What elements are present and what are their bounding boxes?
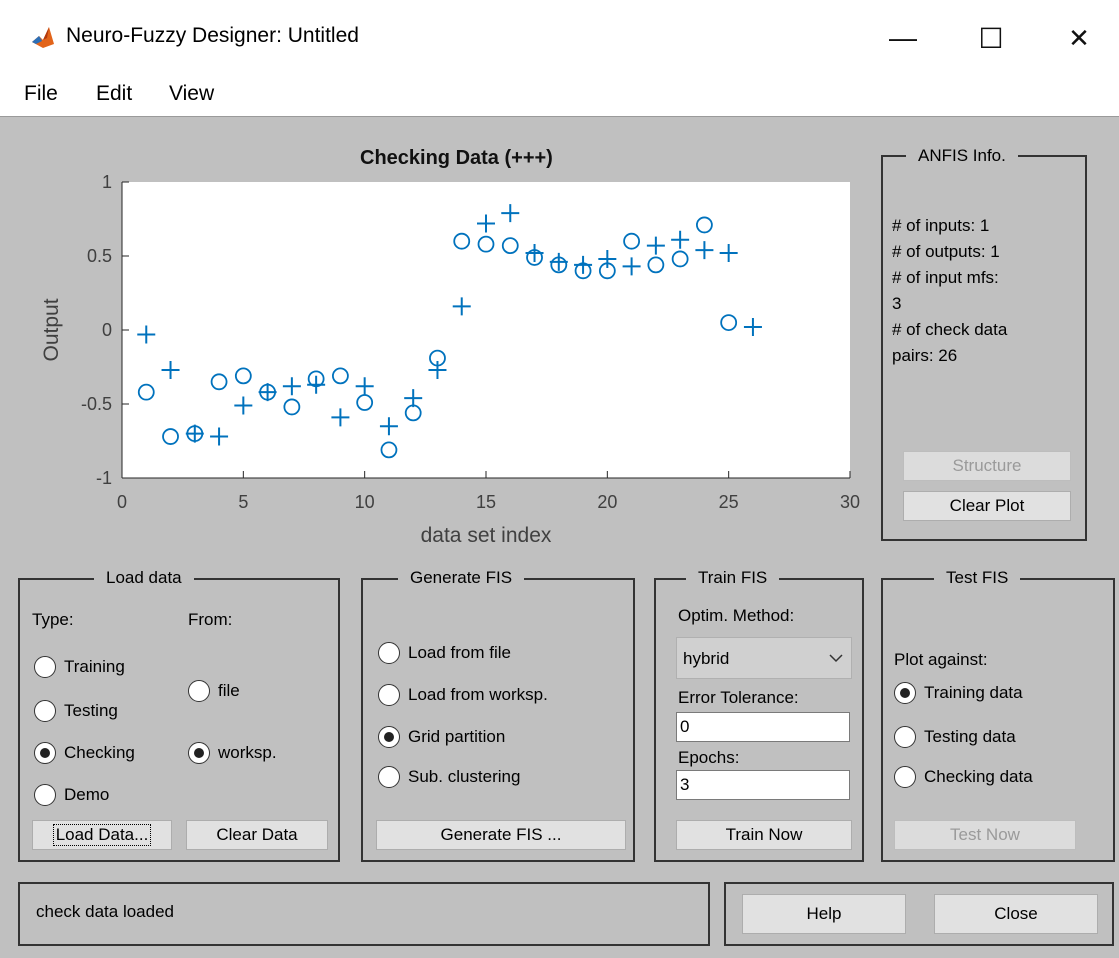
radio-dot [378, 684, 400, 706]
radio-dot [188, 742, 210, 764]
clear-data-button[interactable]: Clear Data [186, 820, 328, 850]
error-tolerance-input[interactable] [676, 712, 850, 742]
radio-dot [894, 682, 916, 704]
info-pairs: pairs: 26 [892, 346, 958, 365]
radio-plot-checking-data[interactable]: Checking data [894, 766, 1033, 788]
minimize-button[interactable]: — [858, 10, 948, 66]
optim-method-label: Optim. Method: [678, 606, 795, 625]
radio-workspace[interactable]: worksp. [188, 742, 277, 764]
info-inputs: # of inputs: 1 [892, 216, 990, 235]
radio-dot [34, 656, 56, 678]
matlab-logo-icon [30, 24, 56, 50]
radio-training[interactable]: Training [34, 656, 125, 678]
type-label: Type: [32, 610, 74, 629]
radio-dot [34, 700, 56, 722]
radio-dot [34, 784, 56, 806]
generate-fis-button[interactable]: Generate FIS ... [376, 820, 626, 850]
radio-dot [894, 726, 916, 748]
radio-dot [378, 766, 400, 788]
optim-method-select[interactable]: hybrid [676, 637, 852, 679]
maximize-button[interactable]: ☐ [946, 10, 1036, 66]
info-input-mfs-value: 3 [892, 294, 902, 313]
radio-label: Grid partition [408, 727, 506, 746]
plot-title: Checking Data (+++) [360, 147, 553, 169]
anfis-info-title: ANFIS Info. [906, 146, 1018, 166]
close-button[interactable]: Close [934, 894, 1098, 934]
radio-label: Testing data [924, 727, 1016, 746]
menu-bar: File Edit View [0, 76, 1119, 116]
chevron-down-icon [821, 638, 851, 678]
radio-grid-partition[interactable]: Grid partition [378, 726, 505, 748]
radio-label: Checking data [924, 767, 1033, 786]
menu-view[interactable]: View [169, 82, 214, 106]
title-bar: Neuro-Fuzzy Designer: Untitled — ☐ ✕ [0, 0, 1119, 76]
load-data-title: Load data [94, 568, 194, 588]
menu-file[interactable]: File [24, 82, 58, 106]
radio-label: worksp. [218, 743, 277, 762]
epochs-label: Epochs: [678, 748, 740, 767]
radio-dot [188, 680, 210, 702]
radio-label: Training [64, 657, 125, 676]
radio-dot [894, 766, 916, 788]
generate-fis-title: Generate FIS [398, 568, 525, 588]
train-fis-title: Train FIS [686, 568, 780, 588]
radio-checking[interactable]: Checking [34, 742, 135, 764]
info-outputs: # of outputs: 1 [892, 242, 1000, 261]
plot-against-label: Plot against: [894, 650, 988, 669]
radio-dot [378, 642, 400, 664]
close-window-button[interactable]: ✕ [1034, 10, 1119, 66]
help-button[interactable]: Help [742, 894, 906, 934]
from-label: From: [188, 610, 233, 629]
status-box: check data loaded [18, 882, 710, 946]
load-data-button-label: Load Data... [52, 824, 152, 846]
info-check-data: # of check data [892, 320, 1008, 339]
radio-plot-training-data[interactable]: Training data [894, 682, 1023, 704]
radio-demo[interactable]: Demo [34, 784, 109, 806]
train-now-button[interactable]: Train Now [676, 820, 852, 850]
radio-label: Testing [64, 701, 118, 720]
radio-label: Demo [64, 785, 110, 804]
radio-sub-clustering[interactable]: Sub. clustering [378, 766, 520, 788]
structure-button[interactable]: Structure [903, 451, 1071, 481]
epochs-input[interactable] [676, 770, 850, 800]
test-now-button[interactable]: Test Now [894, 820, 1076, 850]
radio-label: Sub. clustering [408, 767, 521, 786]
clear-plot-button[interactable]: Clear Plot [903, 491, 1071, 521]
radio-file[interactable]: file [188, 680, 240, 702]
optim-method-value: hybrid [683, 649, 730, 668]
radio-load-from-file[interactable]: Load from file [378, 642, 511, 664]
radio-label: Training data [924, 683, 1023, 702]
window-title: Neuro-Fuzzy Designer: Untitled [66, 24, 359, 47]
radio-dot [378, 726, 400, 748]
radio-label: Checking [64, 743, 135, 762]
info-input-mfs: # of input mfs: [892, 268, 999, 287]
load-data-button[interactable]: Load Data... [32, 820, 172, 850]
radio-label: Load from worksp. [408, 685, 548, 704]
menu-edit[interactable]: Edit [96, 82, 132, 106]
radio-label: file [218, 681, 240, 700]
radio-load-from-workspace[interactable]: Load from worksp. [378, 684, 548, 706]
error-tolerance-label: Error Tolerance: [678, 688, 799, 707]
test-fis-title: Test FIS [934, 568, 1021, 588]
radio-label: Load from file [408, 643, 511, 662]
radio-plot-testing-data[interactable]: Testing data [894, 726, 1016, 748]
status-text: check data loaded [36, 902, 174, 921]
radio-testing[interactable]: Testing [34, 700, 118, 722]
radio-dot [34, 742, 56, 764]
